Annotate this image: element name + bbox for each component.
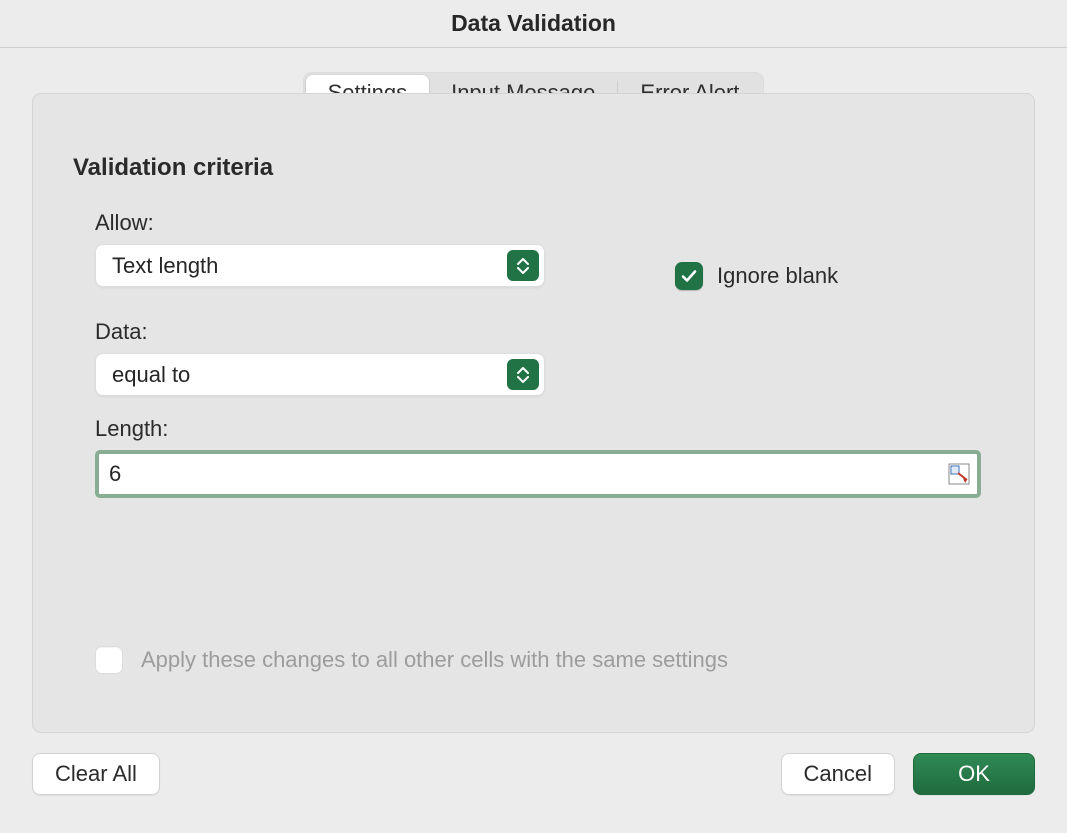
dialog-title: Data Validation	[451, 10, 616, 37]
range-picker-icon	[948, 463, 970, 485]
apply-all-row: Apply these changes to all other cells w…	[95, 646, 728, 674]
cancel-button[interactable]: Cancel	[781, 753, 895, 795]
ok-button[interactable]: OK	[913, 753, 1035, 795]
data-label: Data:	[95, 319, 1012, 345]
settings-panel: Validation criteria Allow: Text length I…	[32, 93, 1035, 733]
ignore-blank-label: Ignore blank	[717, 263, 838, 289]
range-picker-button[interactable]	[947, 462, 971, 486]
ignore-blank-row: Ignore blank	[675, 262, 838, 290]
form-area: Allow: Text length Ignore blank Data: eq…	[95, 210, 1012, 498]
allow-label: Allow:	[95, 210, 1012, 236]
apply-all-label: Apply these changes to all other cells w…	[141, 647, 728, 673]
chevron-up-down-icon	[507, 359, 539, 390]
allow-select[interactable]: Text length	[95, 244, 545, 287]
clear-all-button[interactable]: Clear All	[32, 753, 160, 795]
check-icon	[680, 267, 698, 285]
allow-row: Text length Ignore blank	[95, 244, 1012, 307]
ignore-blank-checkbox[interactable]	[675, 262, 703, 290]
cancel-label: Cancel	[804, 761, 872, 787]
title-bar: Data Validation	[0, 0, 1067, 48]
clear-all-label: Clear All	[55, 761, 137, 787]
data-select[interactable]: equal to	[95, 353, 545, 396]
length-label: Length:	[95, 416, 1012, 442]
allow-select-value: Text length	[112, 253, 218, 279]
chevron-up-down-icon	[507, 250, 539, 281]
apply-all-checkbox	[95, 646, 123, 674]
ok-label: OK	[958, 761, 990, 787]
button-bar: Clear All Cancel OK	[0, 753, 1067, 795]
length-input[interactable]	[109, 454, 937, 494]
data-select-value: equal to	[112, 362, 190, 388]
right-buttons: Cancel OK	[781, 753, 1035, 795]
length-input-container	[95, 450, 981, 498]
validation-criteria-heading: Validation criteria	[73, 154, 1012, 182]
